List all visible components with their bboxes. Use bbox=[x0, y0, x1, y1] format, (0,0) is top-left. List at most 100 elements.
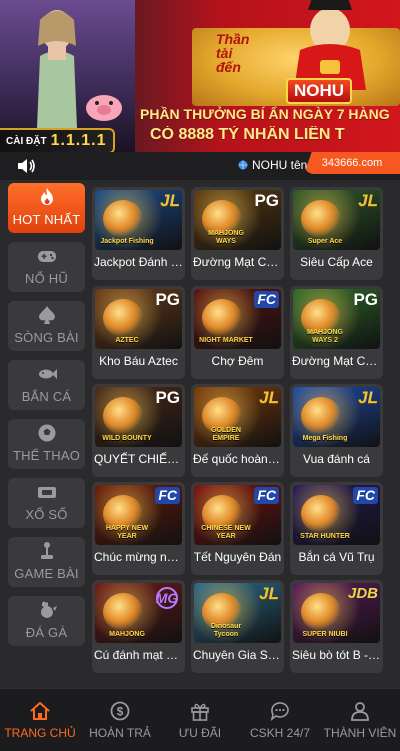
chat-bubble-icon bbox=[270, 702, 289, 721]
game-art bbox=[103, 299, 143, 337]
game-card[interactable]: Dinosaur Tycoon JL Chuyên Gia Săn R... bbox=[191, 580, 284, 673]
provider-logo: JDB bbox=[347, 585, 378, 602]
nav-support[interactable]: CSKH 24/7 bbox=[240, 689, 320, 751]
nav-home[interactable]: TRANG CHỦ bbox=[0, 689, 80, 751]
pig-mascot-illustration bbox=[86, 95, 122, 121]
game-thumbnail: Dinosaur Tycoon JL bbox=[194, 583, 281, 643]
nav-label: ƯU ĐÃI bbox=[178, 726, 222, 740]
install-label: CÀI ĐẶT bbox=[6, 135, 47, 147]
spade-icon bbox=[38, 306, 55, 324]
announcement-text-wrap: NOHU tên bbox=[238, 158, 307, 172]
sidebar-item-slots[interactable]: NỔ HŨ bbox=[8, 242, 85, 292]
game-logo-text: Jackpot Fishing bbox=[100, 238, 154, 245]
game-name: Bắn cá Vũ Trụ bbox=[298, 550, 375, 564]
game-art bbox=[301, 495, 341, 533]
flame-icon bbox=[40, 188, 53, 205]
fortune-god-illustration bbox=[294, 0, 366, 90]
game-card[interactable]: MAHJONG WAYS 2 PG Đường Mạt Chược 2 bbox=[290, 286, 383, 379]
game-name: Tết Nguyên Đán bbox=[193, 550, 282, 564]
game-name: Chuyên Gia Săn R... bbox=[193, 648, 284, 662]
install-dns-tag: CÀI ĐẶT 1.1.1.1 bbox=[0, 128, 115, 152]
provider-logo: PG bbox=[155, 388, 180, 407]
install-value: 1.1.1.1 bbox=[50, 132, 107, 149]
game-card[interactable]: Jackpot Fishing JL Jackpot Đánh Cá bbox=[92, 187, 185, 280]
nav-label: TRANG CHỦ bbox=[4, 726, 76, 740]
nav-promotions[interactable]: ƯU ĐÃI bbox=[160, 689, 240, 751]
game-thumbnail: HAPPY NEW YEAR FC bbox=[95, 485, 182, 545]
provider-logo: FC bbox=[155, 487, 180, 504]
game-card[interactable]: Mega Fishing JL Vua đánh cá bbox=[290, 384, 383, 477]
game-thumbnail: SUPER NIUBI JDB bbox=[293, 583, 380, 643]
sidebar-item-casino[interactable]: SÒNG BÀI bbox=[8, 301, 85, 351]
game-name: Jackpot Đánh Cá bbox=[94, 255, 185, 269]
game-logo-text: MAHJONG WAYS bbox=[208, 230, 244, 245]
game-logo-text: NIGHT MARKET bbox=[199, 337, 253, 344]
sidebar-item-card-games[interactable]: GAME BÀI bbox=[8, 537, 85, 587]
provider-logo: JL bbox=[259, 388, 279, 407]
ticket-icon bbox=[37, 487, 56, 498]
gift-icon bbox=[191, 703, 209, 721]
game-name: Đường Mạt Chược bbox=[193, 255, 284, 269]
svg-text:$: $ bbox=[117, 705, 124, 719]
sidebar-item-label: XỔ SỐ bbox=[25, 507, 68, 522]
user-icon bbox=[351, 702, 369, 721]
nav-rebate[interactable]: $ HOÀN TRẢ bbox=[80, 689, 160, 751]
game-logo-text: MAHJONG WAYS 2 bbox=[307, 329, 343, 344]
calligraphy-text: Thần tài đến bbox=[216, 31, 250, 75]
game-thumbnail: Jackpot Fishing JL bbox=[95, 190, 182, 250]
bottom-navigation: TRANG CHỦ $ HOÀN TRẢ ƯU ĐÃI CSKH 24/7 TH… bbox=[0, 688, 400, 751]
game-thumbnail: MAHJONG MG bbox=[95, 583, 182, 643]
game-name: Đế quốc hoàng kim bbox=[193, 452, 284, 466]
game-logo-text: AZTEC bbox=[115, 337, 139, 344]
provider-logo: JL bbox=[358, 191, 378, 210]
game-card[interactable]: SUPER NIUBI JDB Siêu bò tót B - Bản ... bbox=[290, 580, 383, 673]
sidebar-item-label: THỂ THAO bbox=[12, 448, 81, 463]
globe-icon bbox=[238, 160, 248, 170]
game-name: Kho Báu Aztec bbox=[99, 354, 178, 368]
game-logo-text: HAPPY NEW YEAR bbox=[105, 525, 149, 540]
game-name: Đường Mạt Chược 2 bbox=[292, 354, 383, 368]
game-card[interactable]: HAPPY NEW YEAR FC Chúc mừng năm ... bbox=[92, 482, 185, 575]
nav-member[interactable]: THÀNH VIÊN bbox=[320, 689, 400, 751]
game-thumbnail: Mega Fishing JL bbox=[293, 387, 380, 447]
announcement-text: NOHU tên bbox=[252, 158, 308, 172]
game-card[interactable]: WILD BOUNTY PG QUYẾT CHIẾN TIỀ... bbox=[92, 384, 185, 477]
game-card[interactable]: MAHJONG MG Cú đánh mạt chược bbox=[92, 580, 185, 673]
speaker-icon[interactable] bbox=[16, 158, 36, 174]
game-card[interactable]: NIGHT MARKET FC Chợ Đêm bbox=[191, 286, 284, 379]
game-card[interactable]: GOLDEN EMPIRE JL Đế quốc hoàng kim bbox=[191, 384, 284, 477]
game-card[interactable]: Super Ace JL Siêu Cấp Ace bbox=[290, 187, 383, 280]
game-thumbnail: MAHJONG WAYS PG bbox=[194, 190, 281, 250]
game-card[interactable]: STAR HUNTER FC Bắn cá Vũ Trụ bbox=[290, 482, 383, 575]
game-art bbox=[301, 593, 341, 631]
banner-headline-2: CÓ 8888 TỶ NHÂN LIÊN T bbox=[150, 126, 345, 143]
game-art bbox=[301, 200, 341, 238]
game-thumbnail: Super Ace JL bbox=[293, 190, 380, 250]
sidebar-item-fishing[interactable]: BẮN CÁ bbox=[8, 360, 85, 410]
promo-banner[interactable]: CÀI ĐẶT 1.1.1.1 Thần tài đến NOHU PHẦN T… bbox=[0, 0, 400, 152]
nav-label: THÀNH VIÊN bbox=[323, 726, 397, 740]
game-logo-text: CHINESE NEW YEAR bbox=[201, 525, 251, 540]
sidebar-item-sports[interactable]: THỂ THAO bbox=[8, 419, 85, 469]
joystick-icon bbox=[40, 542, 53, 559]
provider-logo: MG bbox=[156, 587, 178, 609]
game-card[interactable]: AZTEC PG Kho Báu Aztec bbox=[92, 286, 185, 379]
dollar-coin-icon: $ bbox=[110, 701, 130, 721]
game-card[interactable]: CHINESE NEW YEAR FC Tết Nguyên Đán bbox=[191, 482, 284, 575]
game-thumbnail: AZTEC PG bbox=[95, 289, 182, 349]
sidebar-item-label: BẮN CÁ bbox=[21, 389, 72, 404]
game-thumbnail: NIGHT MARKET FC bbox=[194, 289, 281, 349]
game-card[interactable]: MAHJONG WAYS PG Đường Mạt Chược bbox=[191, 187, 284, 280]
game-name: Cú đánh mạt chược bbox=[94, 648, 185, 662]
sidebar-item-hot[interactable]: HOT NHẤT bbox=[8, 183, 85, 233]
sidebar-item-lottery[interactable]: XỔ SỐ bbox=[8, 478, 85, 528]
domain-badge[interactable]: 343666.com bbox=[304, 152, 400, 174]
provider-logo: FC bbox=[254, 487, 279, 504]
provider-logo: JL bbox=[259, 584, 279, 603]
provider-logo: PG bbox=[353, 290, 378, 309]
game-logo-text: GOLDEN EMPIRE bbox=[211, 427, 241, 442]
game-name: Chúc mừng năm ... bbox=[94, 550, 185, 564]
sidebar-item-cockfight[interactable]: ĐÁ GÀ bbox=[8, 596, 85, 646]
game-thumbnail: GOLDEN EMPIRE JL bbox=[194, 387, 281, 447]
fish-icon bbox=[38, 369, 57, 379]
